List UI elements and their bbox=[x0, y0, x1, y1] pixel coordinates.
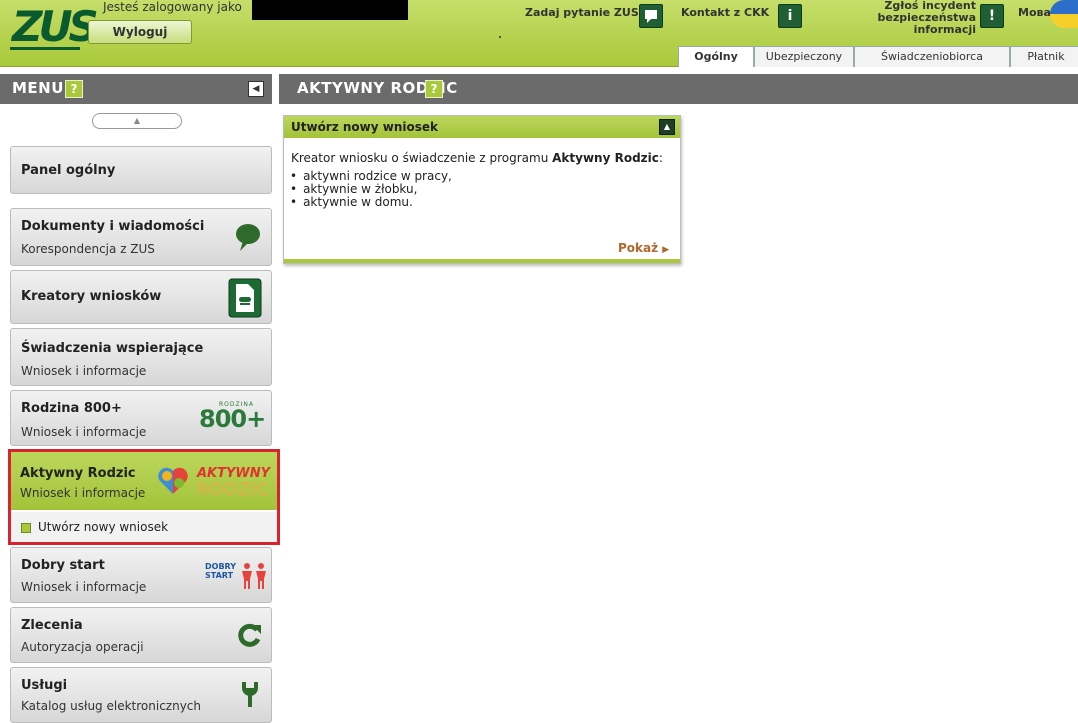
logout-button[interactable]: Wyloguj bbox=[88, 20, 192, 44]
flag-blue bbox=[1050, 0, 1078, 14]
tab-ogolny[interactable]: Ogólny bbox=[678, 46, 754, 67]
panel-intro: Kreator wniosku o świadczenie z programu… bbox=[291, 151, 663, 165]
red-highlight-frame bbox=[8, 449, 280, 545]
sidebar-item-title: Dobry start bbox=[21, 558, 105, 573]
rodzina-800-logo: RODZINA 800+ bbox=[199, 401, 269, 437]
logged-in-label: Jesteś zalogowany jako bbox=[103, 0, 242, 14]
report-incident-link[interactable]: Zgłoś incydent bezpieczeństwa informacji bbox=[816, 0, 976, 36]
panel-header: Utwórz nowy wniosek ▲ bbox=[284, 116, 680, 138]
sidebar-item-title: Kreatory wniosków bbox=[21, 289, 162, 304]
tab-swiadczeniobiorca[interactable]: Świadczeniobiorca bbox=[854, 46, 1010, 67]
sidebar-item-subtitle: Katalog usług elektronicznych bbox=[21, 699, 201, 713]
tab-ubezpieczony[interactable]: Ubezpieczony bbox=[754, 46, 854, 67]
intro-suffix: : bbox=[658, 151, 663, 165]
logo-underline bbox=[10, 47, 80, 50]
menu-header: MENU ? ◀ bbox=[0, 74, 272, 104]
language-link[interactable]: Мова bbox=[1018, 6, 1051, 19]
sidebar-item-uslugi[interactable]: Usługi Katalog usług elektronicznych bbox=[10, 667, 272, 723]
sidebar-item-rodzina-800[interactable]: Rodzina 800+ Wniosek i informacje RODZIN… bbox=[10, 390, 272, 446]
sidebar-item-title: Zlecenia bbox=[21, 618, 83, 633]
main-header: AKTYWNY RODZIC ? bbox=[279, 74, 1078, 104]
intro-program-name: Aktywny Rodzic bbox=[552, 151, 659, 165]
incident-line-2: bezpieczeństwa informacji bbox=[877, 11, 976, 36]
sidebar-item-subtitle: Wniosek i informacje bbox=[21, 580, 147, 594]
dobry-start-logo: DOBRY START bbox=[205, 562, 271, 592]
sidebar-item-title: Usługi bbox=[21, 678, 68, 693]
dobry-logo-word1: DOBRY bbox=[205, 562, 237, 571]
create-request-panel: Utwórz nowy wniosek ▲ Kreator wniosku o … bbox=[283, 115, 681, 264]
sidebar-item-swiadczenia-wspierajace[interactable]: Świadczenia wspierające Wniosek i inform… bbox=[10, 328, 272, 386]
tab-platnik[interactable]: Płatnik bbox=[1010, 46, 1078, 67]
menu-scroll-up-button[interactable]: ▲ bbox=[92, 113, 182, 129]
sidebar-item-title: Dokumenty i wiadomości bbox=[21, 219, 205, 234]
show-link[interactable]: Pokaż ▶ bbox=[618, 241, 669, 255]
sidebar-item-panel-ogolny[interactable]: Panel ogólny bbox=[10, 146, 272, 194]
sidebar-item-title: Panel ogólny bbox=[21, 163, 116, 178]
ukraine-flag-icon[interactable] bbox=[1050, 0, 1078, 28]
sidebar-item-dobry-start[interactable]: Dobry start Wniosek i informacje DOBRY S… bbox=[10, 547, 272, 603]
sidebar-item-zlecenia[interactable]: Zlecenia Autoryzacja operacji bbox=[10, 607, 272, 663]
document-form-icon bbox=[228, 278, 262, 318]
panel-title: Utwórz nowy wniosek bbox=[291, 120, 439, 134]
sidebar-item-title: Świadczenia wspierające bbox=[21, 341, 204, 356]
info-icon[interactable]: i bbox=[778, 4, 802, 28]
collapse-panel-icon[interactable]: ▲ bbox=[659, 119, 675, 135]
sidebar-item-kreatory[interactable]: Kreatory wniosków bbox=[10, 270, 272, 324]
sidebar-item-subtitle: Korespondencja z ZUS bbox=[21, 242, 155, 256]
collapse-menu-icon[interactable]: ◀ bbox=[248, 81, 264, 97]
chat-icon-graphic bbox=[645, 10, 657, 23]
flag-yellow bbox=[1050, 14, 1078, 28]
zus-logo[interactable]: ZUS bbox=[12, 5, 99, 49]
sidebar-item-subtitle: Autoryzacja operacji bbox=[21, 640, 144, 654]
plug-icon bbox=[242, 682, 258, 707]
refresh-icon bbox=[238, 623, 261, 647]
top-bar: ZUS Jesteś zalogowany jako Wyloguj Zadaj… bbox=[0, 0, 1078, 67]
redacted-username bbox=[252, 0, 408, 20]
menu-help-icon[interactable]: ? bbox=[65, 80, 83, 98]
program-options-list: aktywni rodzice w pracy, aktywnie w żłob… bbox=[290, 170, 452, 209]
list-item: aktywnie w domu. bbox=[290, 196, 452, 209]
children-icon bbox=[242, 563, 266, 589]
intro-prefix: Kreator wniosku o świadczenie z programu bbox=[291, 151, 553, 165]
panel-bottom-bar bbox=[284, 259, 680, 263]
ask-zus-link[interactable]: Zadaj pytanie ZUS bbox=[525, 6, 639, 19]
dot-mark bbox=[499, 36, 501, 38]
dobry-logo-word2: START bbox=[205, 571, 234, 580]
speech-bubble-icon bbox=[236, 224, 260, 251]
rodzina-logo-number: 800+ bbox=[199, 405, 266, 433]
page-help-icon[interactable]: ? bbox=[425, 80, 443, 98]
chevron-right-icon: ▶ bbox=[662, 245, 670, 255]
contact-ckk-link[interactable]: Kontakt z CKK bbox=[681, 6, 769, 19]
menu-title: MENU bbox=[12, 79, 64, 97]
sidebar-item-dokumenty[interactable]: Dokumenty i wiadomości Korespondencja z … bbox=[10, 208, 272, 266]
chat-icon[interactable] bbox=[639, 4, 663, 28]
sidebar-item-subtitle: Wniosek i informacje bbox=[21, 364, 147, 378]
sidebar-item-subtitle: Wniosek i informacje bbox=[21, 425, 147, 439]
warning-icon[interactable]: ! bbox=[980, 4, 1004, 28]
sidebar-item-title: Rodzina 800+ bbox=[21, 401, 122, 416]
show-link-label: Pokaż bbox=[618, 241, 659, 255]
